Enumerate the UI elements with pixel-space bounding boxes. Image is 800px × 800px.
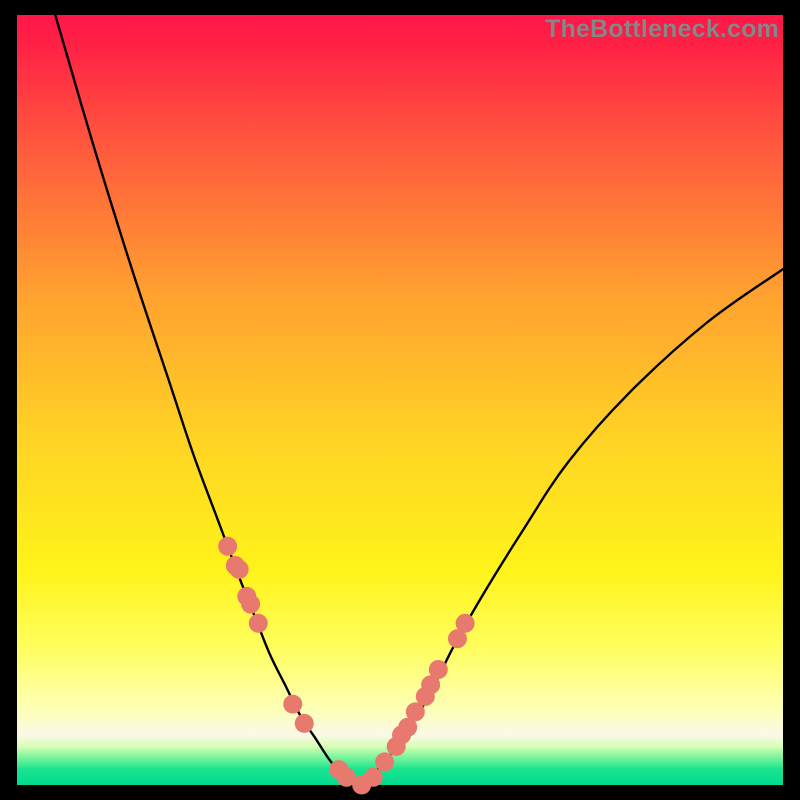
right-curve bbox=[362, 269, 783, 785]
data-point bbox=[241, 595, 260, 614]
chart-stage: TheBottleneck.com bbox=[0, 0, 800, 800]
curves-layer bbox=[17, 15, 783, 785]
data-point bbox=[456, 614, 475, 633]
data-point bbox=[249, 614, 268, 633]
data-point bbox=[429, 660, 448, 679]
data-points bbox=[218, 537, 474, 795]
left-curve bbox=[55, 15, 361, 785]
data-point bbox=[295, 714, 314, 733]
data-point bbox=[218, 537, 237, 556]
chart-plot-area: TheBottleneck.com bbox=[17, 15, 783, 785]
data-point bbox=[364, 768, 383, 787]
data-point bbox=[283, 695, 302, 714]
data-point bbox=[230, 560, 249, 579]
data-point bbox=[375, 752, 394, 771]
